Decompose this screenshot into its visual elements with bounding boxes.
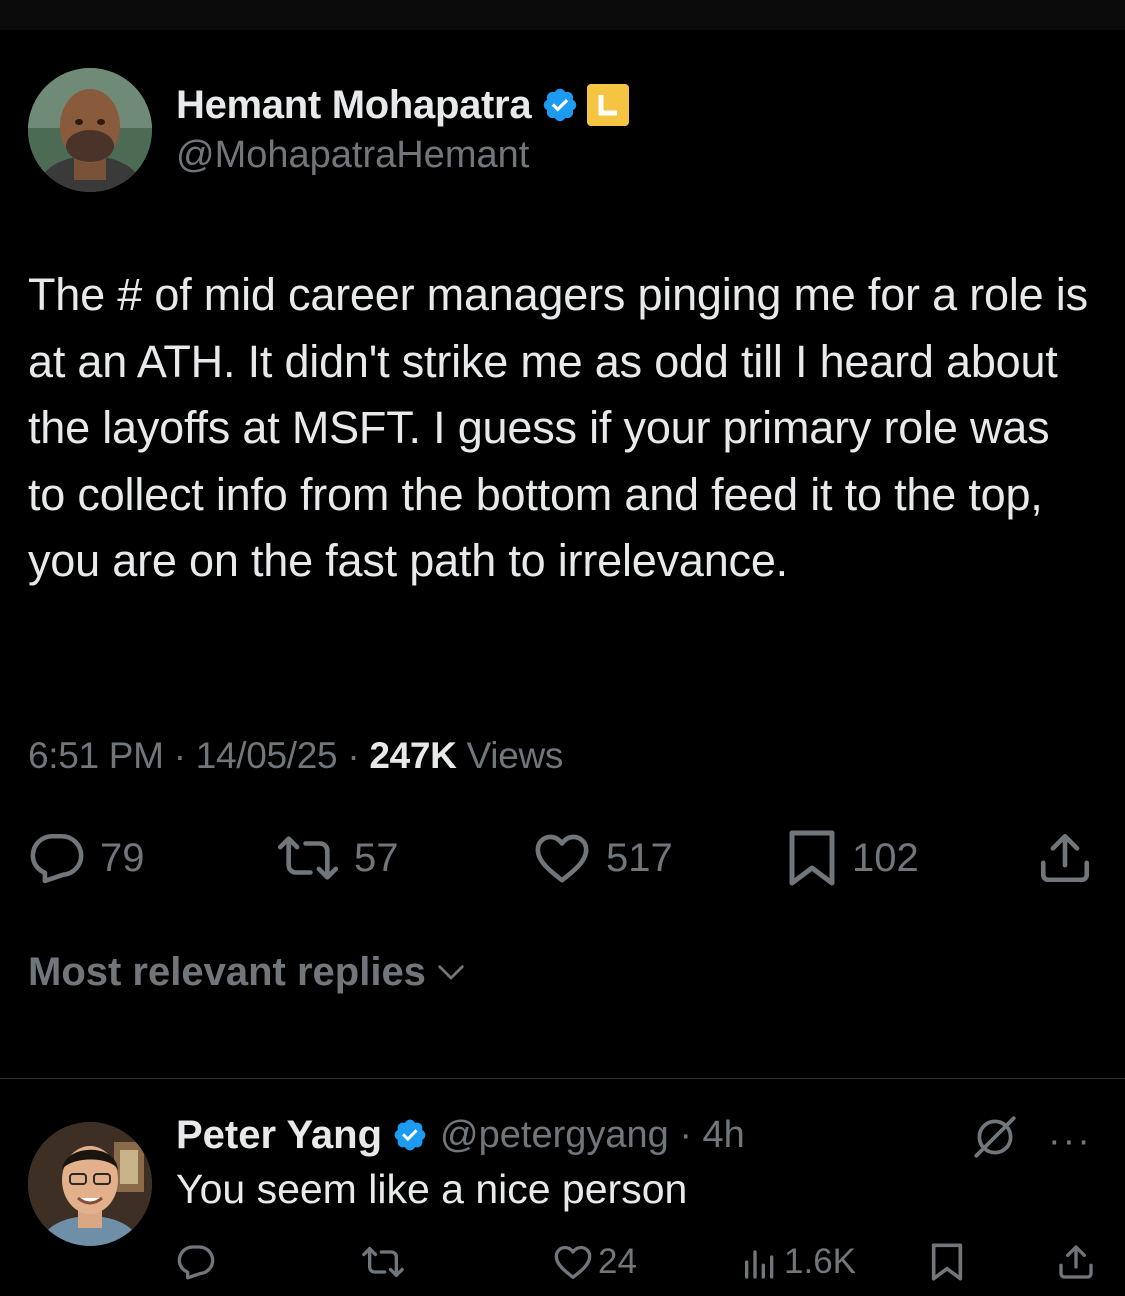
replies-sort-label: Most relevant replies: [28, 950, 426, 994]
verified-icon[interactable]: [392, 1117, 428, 1153]
tweet-text: The # of mid career managers pinging me …: [28, 269, 1088, 586]
tweet-time[interactable]: 6:51 PM: [28, 735, 164, 776]
bookmark-button[interactable]: 102: [786, 825, 919, 891]
grok-icon[interactable]: [970, 1112, 1020, 1167]
reply-actions: 24 1.6K: [0, 1234, 1125, 1294]
chevron-down-icon: [438, 964, 464, 979]
reply-text: You seem like a nice person: [176, 1166, 688, 1212]
repost-count: 57: [354, 835, 399, 880]
author-handle[interactable]: @MohapatraHemant: [176, 134, 529, 177]
reply-header: Peter Yang @petergyang · 4h: [176, 1110, 745, 1160]
tweet-author: Hemant Mohapatra @MohapatraHemant: [28, 68, 1028, 198]
reply-count: 79: [100, 835, 145, 880]
like-count: 517: [606, 835, 673, 880]
meta-separator: ·: [173, 735, 186, 776]
like-icon: [535, 834, 589, 883]
bookmark-icon: [931, 1243, 963, 1281]
reply-handle-time[interactable]: @petergyang · 4h: [440, 1114, 745, 1157]
views-count[interactable]: 247K: [369, 735, 457, 776]
more-icon[interactable]: ···: [1048, 1120, 1092, 1163]
reply-author-name[interactable]: Peter Yang: [176, 1113, 382, 1158]
reply-reply-button[interactable]: [176, 1234, 216, 1290]
reply-like-count: 24: [598, 1242, 637, 1281]
reply-share-button[interactable]: [1056, 1234, 1096, 1290]
share-button[interactable]: [1036, 825, 1094, 891]
status-bar: [0, 0, 1125, 30]
share-icon: [1059, 1245, 1093, 1279]
reply-like-button[interactable]: 24: [552, 1234, 637, 1290]
bookmark-count: 102: [852, 835, 919, 880]
divider: [0, 1078, 1125, 1079]
meta-separator: ·: [347, 735, 360, 776]
tweet-date[interactable]: 14/05/25: [196, 735, 338, 776]
reply-icon: [177, 1245, 215, 1280]
reply-button[interactable]: 79: [28, 825, 145, 891]
repost-button[interactable]: 57: [276, 825, 399, 891]
author-avatar[interactable]: [28, 68, 152, 192]
views-icon: [745, 1250, 774, 1279]
verified-icon[interactable]: [541, 86, 579, 124]
org-badge-icon[interactable]: [587, 84, 630, 126]
like-icon: [554, 1245, 592, 1279]
author-name-row: Hemant Mohapatra: [176, 80, 630, 130]
reply-bookmark-button[interactable]: [930, 1234, 964, 1290]
reply-item[interactable]: Peter Yang @petergyang · 4h ··· You seem…: [0, 1108, 1125, 1296]
tweet-actions: 79 57 517 102: [0, 825, 1125, 895]
reply-views-count: 1.6K: [784, 1242, 856, 1281]
reply-avatar[interactable]: [28, 1122, 152, 1246]
tweet-meta: 6:51 PM · 14/05/25 · 247K Views: [28, 735, 563, 777]
like-button[interactable]: 517: [532, 825, 673, 891]
reply-repost-button[interactable]: [360, 1234, 406, 1290]
views-label: Views: [466, 735, 564, 776]
repost-icon: [277, 836, 339, 880]
replies-sort-toggle[interactable]: Most relevant replies: [28, 950, 466, 995]
author-name[interactable]: Hemant Mohapatra: [176, 83, 532, 128]
share-icon: [1040, 833, 1090, 883]
reply-views-button[interactable]: 1.6K: [740, 1234, 856, 1290]
reply-icon: [30, 833, 84, 884]
bookmark-icon: [789, 830, 835, 886]
repost-icon: [362, 1247, 404, 1277]
